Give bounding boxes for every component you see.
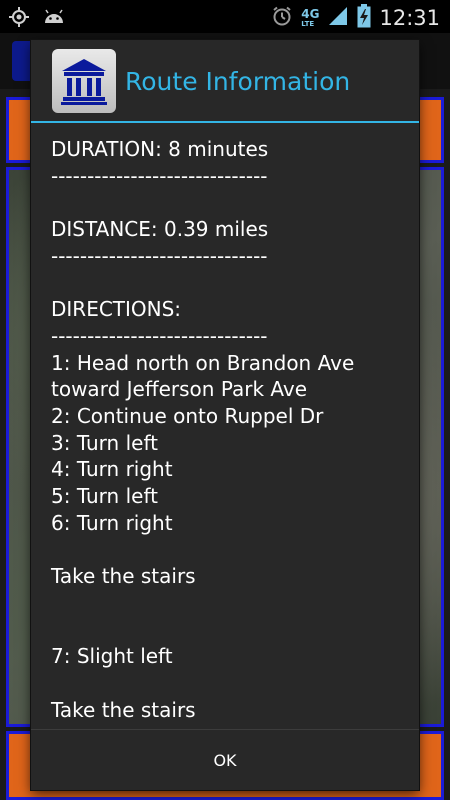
text-line: DIRECTIONS: [51, 297, 182, 322]
direction-step: 4: Turn right [51, 457, 173, 482]
university-building-icon [52, 49, 116, 113]
route-details-text: DURATION: 8 minutes --------------------… [51, 136, 411, 723]
network-subtype-label: LTE [301, 20, 315, 28]
text-line: ------------------------------ [51, 243, 268, 268]
text-line [51, 617, 411, 644]
text-line [51, 537, 411, 564]
ok-button[interactable]: OK [31, 730, 419, 790]
direction-note: Take the stairs [51, 697, 196, 722]
dialog-title: Route Information [125, 67, 351, 96]
text-line [51, 270, 411, 297]
direction-step: 6: Turn right [51, 510, 173, 535]
signal-icon [327, 5, 349, 31]
route-information-dialog: Route Information DURATION: 8 minutes --… [31, 40, 419, 790]
text-line: DISTANCE: 0.39 miles [51, 217, 269, 242]
direction-step: 2: Continue onto Ruppel Dr [51, 404, 324, 428]
text-line: DURATION: 8 minutes [51, 137, 269, 161]
direction-step: 7: Slight left [51, 644, 173, 669]
dialog-button-bar: OK [31, 729, 419, 790]
text-line: ------------------------------ [51, 323, 268, 348]
dialog-header: Route Information [31, 40, 419, 123]
direction-note: Take the stairs [51, 564, 196, 589]
alarm-icon [271, 5, 293, 31]
text-line: ------------------------------ [51, 163, 268, 188]
status-time: 12:31 [379, 6, 440, 30]
network-type-label: 4G [301, 7, 320, 21]
network-indicator: 4G LTE [301, 8, 319, 28]
direction-step: 3: Turn left [51, 430, 158, 455]
text-line [51, 189, 411, 216]
direction-step: 1: Head north on Brandon Ave toward Jeff… [51, 350, 355, 402]
battery-charging-icon [357, 4, 371, 32]
status-bar: 4G LTE 12:31 [0, 0, 450, 33]
gps-icon [8, 6, 30, 32]
text-line [51, 590, 411, 617]
text-line [51, 670, 411, 697]
direction-step: 5: Turn left [51, 484, 158, 509]
android-icon [42, 7, 66, 31]
dialog-body[interactable]: DURATION: 8 minutes --------------------… [31, 123, 419, 729]
